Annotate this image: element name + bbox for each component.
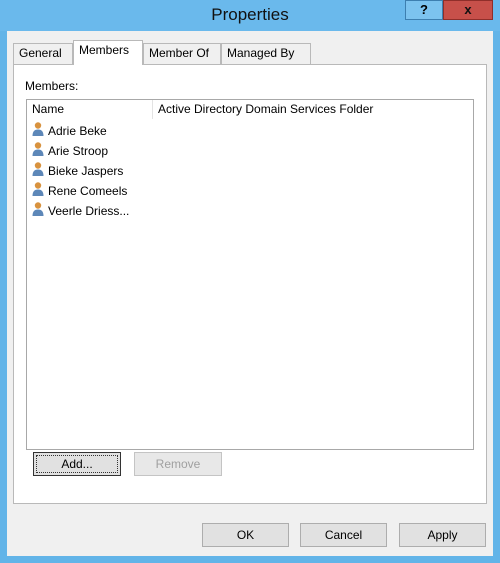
dialog-body: General Members Member Of Managed By Mem… [7,31,493,556]
help-button[interactable]: ? [405,0,443,20]
member-name: Veerle Driess... [48,204,130,219]
tab-managed-by[interactable]: Managed By [221,43,311,64]
cancel-button[interactable]: Cancel [300,523,387,547]
column-header-name[interactable]: Name [27,100,153,119]
tab-members[interactable]: Members [73,40,143,65]
user-icon [31,141,45,163]
list-item[interactable]: Veerle Driess... [31,201,129,221]
user-icon [31,121,45,143]
column-header-folder[interactable]: Active Directory Domain Services Folder [153,100,473,119]
list-item[interactable]: Bieke Jaspers [31,161,123,181]
user-icon [31,161,45,183]
list-item[interactable]: Adrie Beke [31,121,107,141]
ok-button[interactable]: OK [202,523,289,547]
member-name: Bieke Jaspers [48,164,124,179]
tab-general[interactable]: General [13,43,73,64]
member-name: Rene Comeels [48,184,128,199]
user-icon [31,201,45,223]
members-list[interactable]: Name Active Directory Domain Services Fo… [26,99,474,450]
list-item[interactable]: Arie Stroop [31,141,108,161]
tab-member-of[interactable]: Member Of [143,43,221,64]
add-button[interactable]: Add... [33,452,121,476]
close-button[interactable]: x [443,0,493,20]
list-item[interactable]: Rene Comeels [31,181,127,201]
member-name: Adrie Beke [48,124,107,139]
apply-button[interactable]: Apply [399,523,486,547]
members-label: Members: [25,79,79,93]
remove-button[interactable]: Remove [134,452,222,476]
title-bar: Properties ? x [0,0,500,31]
member-name: Arie Stroop [48,144,109,159]
user-icon [31,181,45,203]
